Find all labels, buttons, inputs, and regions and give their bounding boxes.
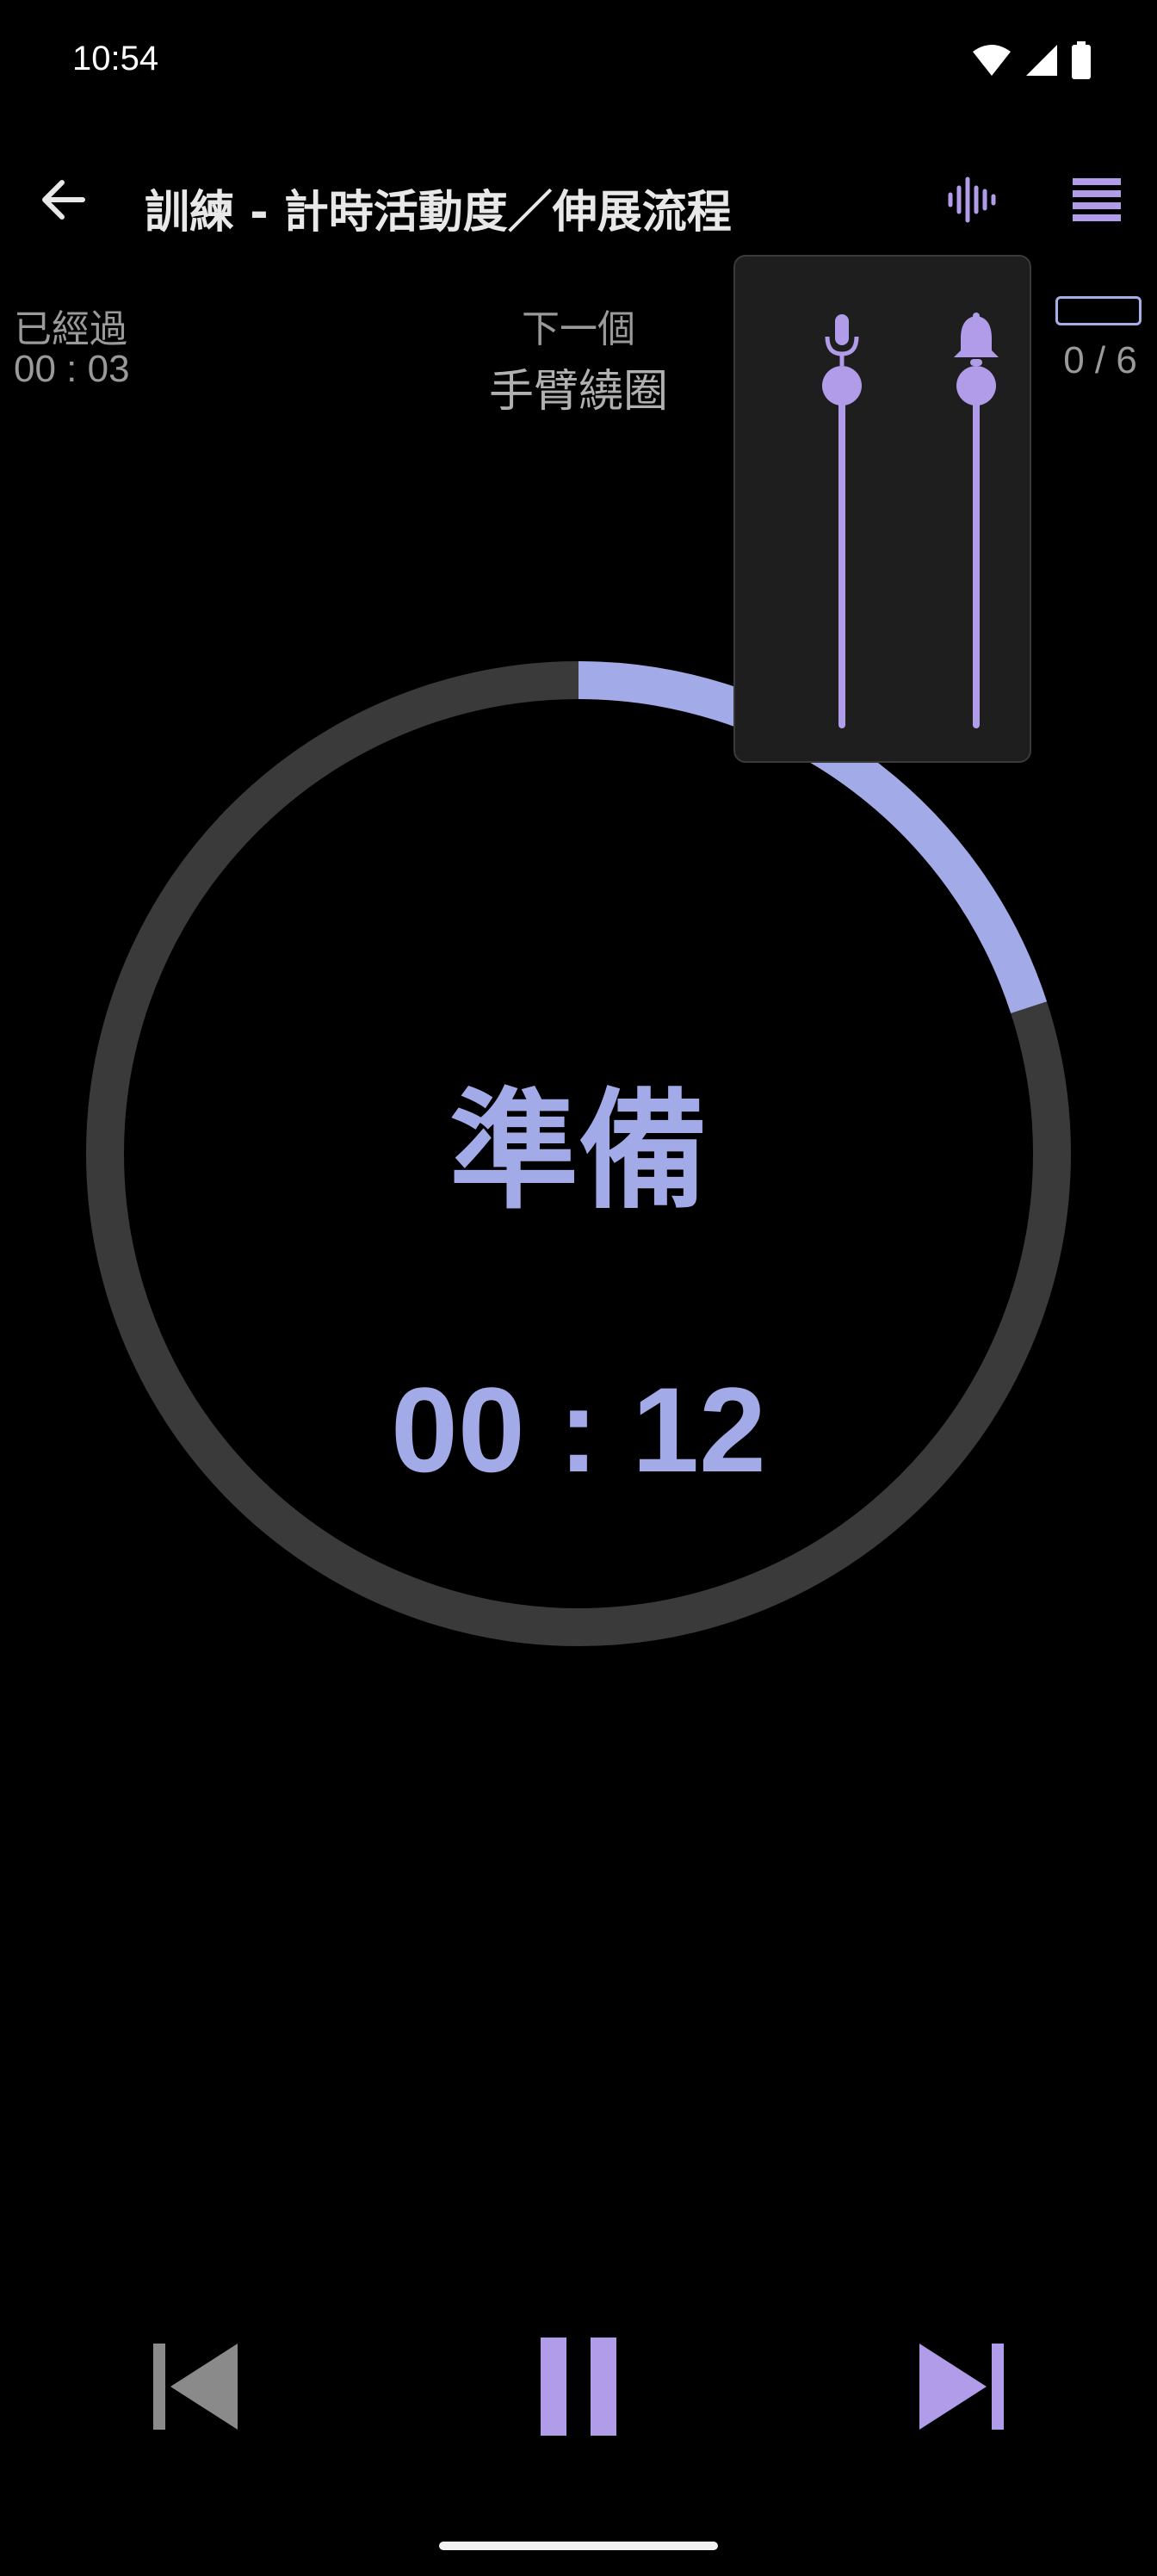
home-indicator[interactable] [439,2542,718,2550]
exercise-progress-bar [1055,296,1142,325]
cell-signal-icon [1024,43,1059,81]
pause-button[interactable] [529,2335,628,2442]
skip-previous-icon [148,2342,238,2435]
list-icon [1071,176,1123,226]
battery-icon [1071,41,1092,83]
voice-volume-track [838,386,845,728]
status-time: 10:54 [72,40,159,77]
next-exercise-name: 手臂繞圈 [488,366,668,418]
volume-panel [733,255,1031,763]
elapsed-time: 00 : 03 [14,348,130,390]
page-title: 訓練 - 計時活動度／伸展流程 [145,187,732,238]
bell-volume-track [973,386,980,728]
next-button[interactable] [914,2338,1014,2438]
countdown-timer: 00 : 12 [391,1362,766,1497]
voice-volume-button[interactable] [938,169,1004,234]
elapsed-label: 已經過 [14,307,127,351]
exercise-progress-count: 0 / 6 [1063,339,1137,381]
next-exercise-label: 下一個 [522,307,635,351]
previous-button[interactable] [143,2338,243,2438]
status-icons [971,41,1092,83]
voice-volume-slider[interactable] [816,366,868,730]
back-button[interactable] [31,169,96,234]
voice-volume-thumb[interactable] [822,366,862,406]
phase-label: 準備 [449,1077,708,1227]
bell-icon [950,310,1002,370]
microphone-icon [816,310,868,370]
exercise-list-button[interactable] [1064,169,1129,234]
wifi-icon [971,43,1012,81]
pause-icon [539,2336,618,2441]
voice-waveform-icon [945,174,997,229]
bell-volume-thumb[interactable] [956,366,996,406]
arrow-back-icon [38,174,90,229]
bell-volume-slider[interactable] [950,366,1002,730]
skip-next-icon [919,2342,1009,2435]
